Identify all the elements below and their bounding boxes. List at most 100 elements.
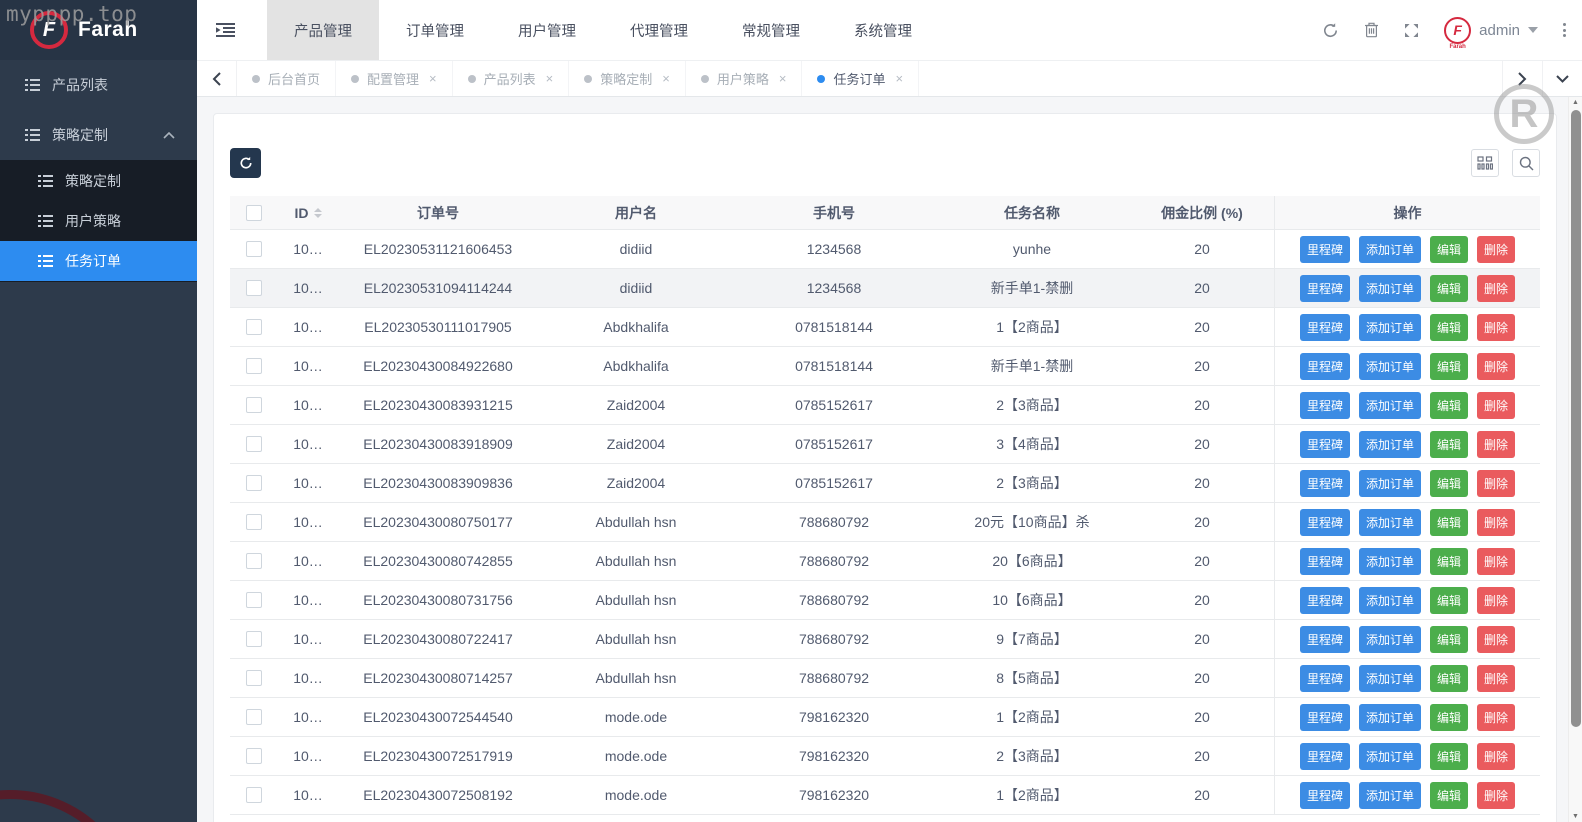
scrollbar-thumb[interactable]	[1571, 110, 1581, 727]
tab-config[interactable]: 配置管理 ×	[336, 61, 453, 96]
delete-button[interactable]: 删除	[1477, 509, 1515, 536]
milestone-button[interactable]: 里程碑	[1300, 470, 1350, 497]
row-checkbox[interactable]	[246, 241, 262, 257]
sort-icon[interactable]	[314, 208, 322, 218]
edit-button[interactable]: 编辑	[1430, 275, 1468, 302]
milestone-button[interactable]: 里程碑	[1300, 704, 1350, 731]
delete-button[interactable]: 删除	[1477, 314, 1515, 341]
fullscreen-icon[interactable]	[1404, 23, 1419, 38]
more-menu-icon[interactable]	[1563, 23, 1566, 37]
delete-button[interactable]: 删除	[1477, 392, 1515, 419]
delete-button[interactable]: 删除	[1477, 626, 1515, 653]
user-menu[interactable]: F Farah admin	[1444, 17, 1538, 44]
tab-close-icon[interactable]: ×	[662, 71, 670, 86]
nav-item-general[interactable]: 常规管理	[715, 0, 827, 60]
table-refresh-button[interactable]	[230, 148, 261, 178]
milestone-button[interactable]: 里程碑	[1300, 509, 1350, 536]
tab-close-icon[interactable]: ×	[546, 71, 554, 86]
tab-user-strategy[interactable]: 用户策略 ×	[686, 61, 803, 96]
add-order-button[interactable]: 添加订单	[1359, 704, 1421, 731]
milestone-button[interactable]: 里程碑	[1300, 548, 1350, 575]
nav-item-system[interactable]: 系统管理	[827, 0, 939, 60]
milestone-button[interactable]: 里程碑	[1300, 275, 1350, 302]
delete-button[interactable]: 删除	[1477, 782, 1515, 809]
delete-button[interactable]: 删除	[1477, 665, 1515, 692]
search-icon[interactable]	[1512, 149, 1540, 177]
add-order-button[interactable]: 添加订单	[1359, 236, 1421, 263]
delete-button[interactable]: 删除	[1477, 743, 1515, 770]
refresh-icon[interactable]	[1322, 22, 1339, 39]
delete-button[interactable]: 删除	[1477, 704, 1515, 731]
milestone-button[interactable]: 里程碑	[1300, 353, 1350, 380]
add-order-button[interactable]: 添加订单	[1359, 314, 1421, 341]
edit-button[interactable]: 编辑	[1430, 431, 1468, 458]
add-order-button[interactable]: 添加订单	[1359, 782, 1421, 809]
edit-button[interactable]: 编辑	[1430, 782, 1468, 809]
add-order-button[interactable]: 添加订单	[1359, 431, 1421, 458]
add-order-button[interactable]: 添加订单	[1359, 587, 1421, 614]
add-order-button[interactable]: 添加订单	[1359, 353, 1421, 380]
milestone-button[interactable]: 里程碑	[1300, 782, 1350, 809]
row-checkbox[interactable]	[246, 709, 262, 725]
edit-button[interactable]: 编辑	[1430, 548, 1468, 575]
row-checkbox[interactable]	[246, 787, 262, 803]
nav-item-order[interactable]: 订单管理	[379, 0, 491, 60]
sidebar-item-task-orders[interactable]: 任务订单	[0, 241, 197, 281]
edit-button[interactable]: 编辑	[1430, 353, 1468, 380]
tab-product-list[interactable]: 产品列表 ×	[453, 61, 570, 96]
nav-item-agent[interactable]: 代理管理	[603, 0, 715, 60]
delete-button[interactable]: 删除	[1477, 353, 1515, 380]
tab-close-icon[interactable]: ×	[895, 71, 903, 86]
delete-button[interactable]: 删除	[1477, 275, 1515, 302]
milestone-button[interactable]: 里程碑	[1300, 392, 1350, 419]
edit-button[interactable]: 编辑	[1430, 314, 1468, 341]
tabs-scroll-left[interactable]	[197, 61, 237, 96]
tab-task-orders[interactable]: 任务订单 ×	[802, 61, 919, 96]
delete-button[interactable]: 删除	[1477, 236, 1515, 263]
delete-button[interactable]: 删除	[1477, 431, 1515, 458]
edit-button[interactable]: 编辑	[1430, 587, 1468, 614]
row-checkbox[interactable]	[246, 553, 262, 569]
tab-close-icon[interactable]: ×	[429, 71, 437, 86]
milestone-button[interactable]: 里程碑	[1300, 236, 1350, 263]
trash-icon[interactable]	[1364, 22, 1379, 38]
add-order-button[interactable]: 添加订单	[1359, 626, 1421, 653]
add-order-button[interactable]: 添加订单	[1359, 509, 1421, 536]
edit-button[interactable]: 编辑	[1430, 665, 1468, 692]
add-order-button[interactable]: 添加订单	[1359, 548, 1421, 575]
edit-button[interactable]: 编辑	[1430, 626, 1468, 653]
edit-button[interactable]: 编辑	[1430, 743, 1468, 770]
delete-button[interactable]: 删除	[1477, 548, 1515, 575]
row-checkbox[interactable]	[246, 748, 262, 764]
row-checkbox[interactable]	[246, 436, 262, 452]
scrollbar-down-icon[interactable]: ▼	[1569, 813, 1582, 820]
row-checkbox[interactable]	[246, 475, 262, 491]
nav-item-product[interactable]: 产品管理	[267, 0, 379, 60]
milestone-button[interactable]: 里程碑	[1300, 743, 1350, 770]
milestone-button[interactable]: 里程碑	[1300, 314, 1350, 341]
add-order-button[interactable]: 添加订单	[1359, 743, 1421, 770]
edit-button[interactable]: 编辑	[1430, 509, 1468, 536]
delete-button[interactable]: 删除	[1477, 470, 1515, 497]
add-order-button[interactable]: 添加订单	[1359, 275, 1421, 302]
select-all-checkbox[interactable]	[246, 205, 262, 221]
edit-button[interactable]: 编辑	[1430, 704, 1468, 731]
edit-button[interactable]: 编辑	[1430, 470, 1468, 497]
row-checkbox[interactable]	[246, 670, 262, 686]
row-checkbox[interactable]	[246, 280, 262, 296]
row-checkbox[interactable]	[246, 319, 262, 335]
page-scrollbar[interactable]: ▲ ▼	[1568, 97, 1582, 822]
sidebar-item-strategy-group[interactable]: 策略定制	[0, 110, 197, 160]
row-checkbox[interactable]	[246, 514, 262, 530]
row-checkbox[interactable]	[246, 592, 262, 608]
milestone-button[interactable]: 里程碑	[1300, 626, 1350, 653]
add-order-button[interactable]: 添加订单	[1359, 665, 1421, 692]
columns-setting-icon[interactable]	[1471, 149, 1499, 177]
sidebar-item-product-list[interactable]: 产品列表	[0, 60, 197, 110]
tab-home[interactable]: 后台首页	[237, 61, 336, 96]
tabs-dropdown[interactable]	[1542, 61, 1582, 96]
header-id[interactable]: ID	[278, 205, 338, 221]
row-checkbox[interactable]	[246, 397, 262, 413]
row-checkbox[interactable]	[246, 358, 262, 374]
milestone-button[interactable]: 里程碑	[1300, 431, 1350, 458]
